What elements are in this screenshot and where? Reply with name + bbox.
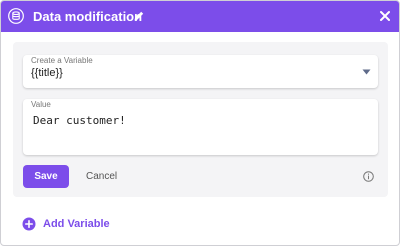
pencil-icon[interactable]	[133, 10, 145, 22]
caret-down-icon[interactable]	[362, 69, 371, 75]
value-textarea-text: Dear customer!	[33, 114, 126, 127]
plus-circle-icon	[22, 217, 36, 231]
variable-select-value: {{title}}	[31, 67, 63, 79]
data-modification-dialog: Data modification Create a Variable {{ti…	[0, 0, 400, 246]
dialog-title: Data modification	[33, 9, 143, 24]
variable-select-label: Create a Variable	[31, 56, 93, 65]
database-icon	[8, 8, 24, 24]
dialog-header: Data modification	[1, 1, 399, 32]
save-button[interactable]: Save	[23, 165, 69, 188]
value-textarea[interactable]: Value Dear customer!	[23, 99, 378, 155]
variable-select[interactable]: Create a Variable {{title}}	[23, 55, 378, 88]
cancel-button[interactable]: Cancel	[86, 165, 117, 188]
close-icon[interactable]	[377, 8, 393, 24]
variable-card: Create a Variable {{title}} Value Dear c…	[13, 42, 388, 197]
info-icon[interactable]	[363, 171, 374, 182]
value-textarea-label: Value	[31, 100, 51, 109]
add-variable-button[interactable]: Add Variable	[22, 216, 110, 232]
add-variable-label: Add Variable	[43, 218, 110, 230]
